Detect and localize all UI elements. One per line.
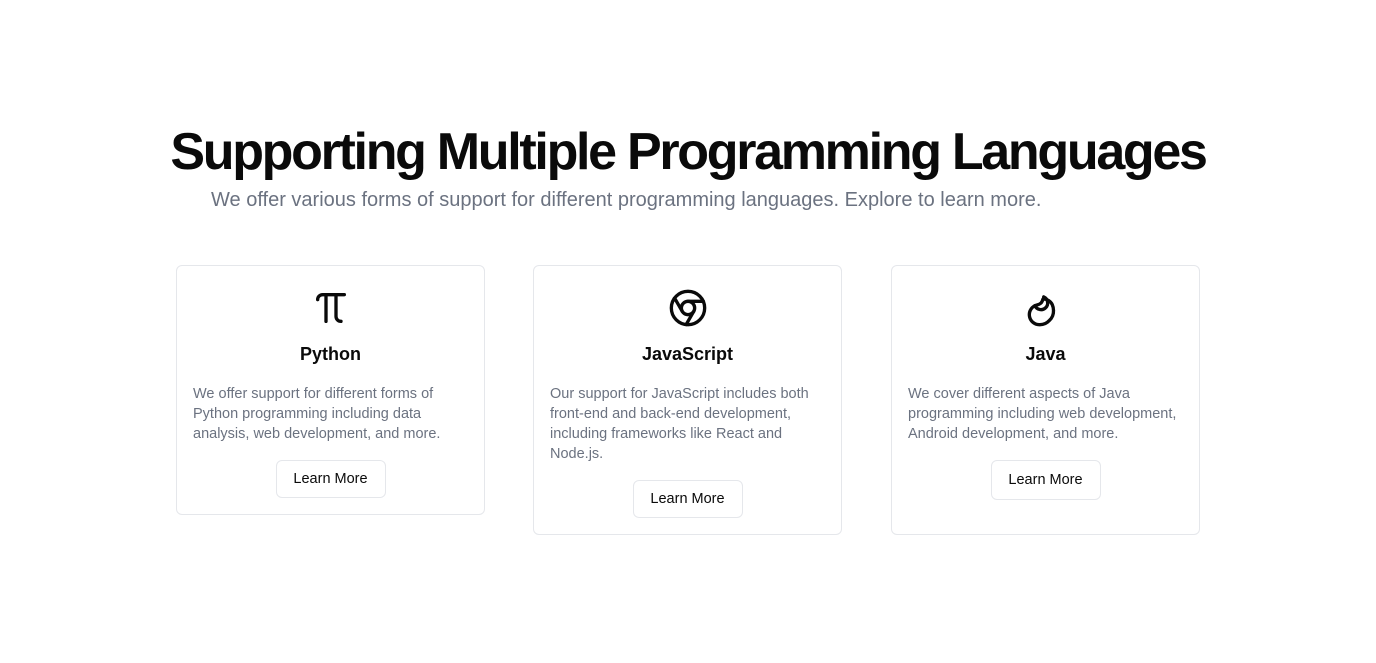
learn-more-button-javascript[interactable]: Learn More (632, 480, 743, 518)
card-python: Python We offer support for different fo… (176, 265, 485, 515)
page-subtitle: We offer various forms of support for di… (211, 189, 1042, 211)
learn-more-button-python[interactable]: Learn More (275, 460, 386, 498)
card-description: Our support for JavaScript includes both… (550, 386, 809, 462)
chrome-icon (668, 288, 708, 328)
card-title: JavaScript (641, 344, 734, 364)
card-description: We offer support for different forms of … (193, 386, 441, 442)
learn-more-button-java[interactable]: Learn More (990, 460, 1101, 500)
card-title: Python (300, 344, 361, 364)
languages-section: Supporting Multiple Programming Language… (0, 0, 1376, 663)
card-java: Java We cover different aspects of Java … (891, 265, 1200, 535)
card-description: We cover different aspects of Java progr… (908, 386, 1177, 442)
card-title: Java (1025, 344, 1066, 364)
pi-icon (311, 288, 351, 328)
bean-icon (1026, 288, 1066, 328)
page-title: Supporting Multiple Programming Language… (170, 123, 1208, 181)
card-javascript: JavaScript Our support for JavaScript in… (533, 265, 842, 535)
